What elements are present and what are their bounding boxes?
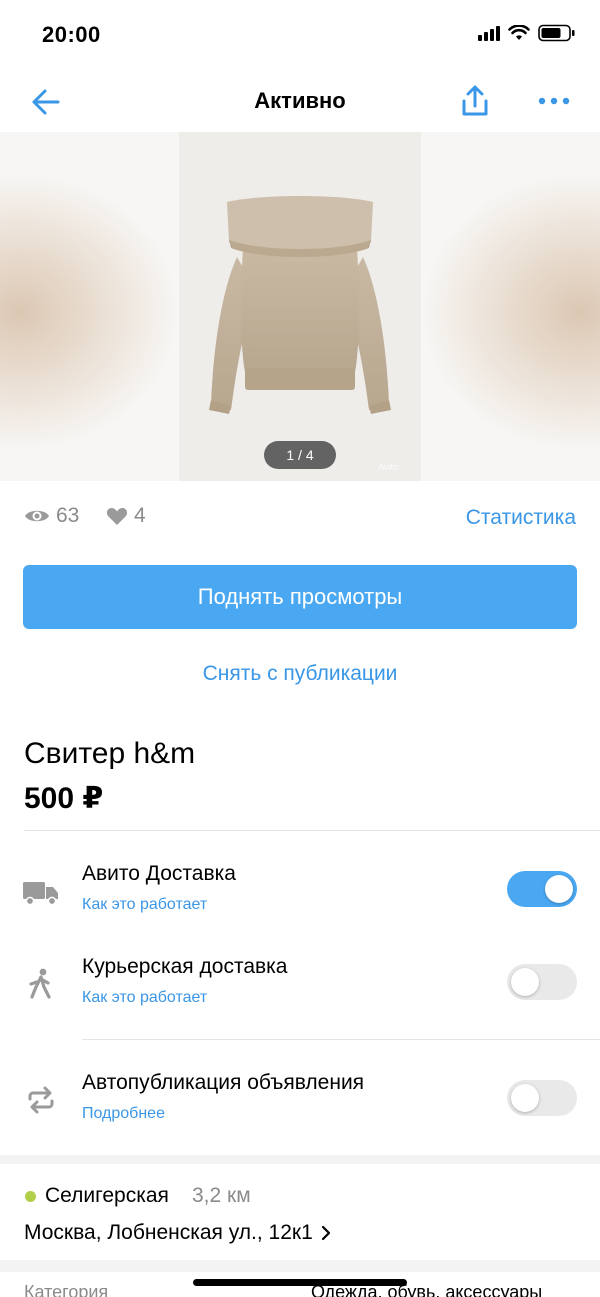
address[interactable]: Москва, Лобненская ул., 12к1 [24, 1221, 331, 1245]
more-icon[interactable] [534, 84, 574, 118]
likes-count: 4 [134, 504, 146, 527]
courier-icon [29, 968, 51, 999]
toggle-knob [545, 875, 573, 903]
address-text: Москва, Лобненская ул., 12к1 [24, 1221, 313, 1244]
chevron-right-icon [321, 1225, 330, 1241]
section-separator [0, 1155, 600, 1164]
divider [82, 1039, 600, 1040]
share-icon[interactable] [456, 82, 494, 120]
option-courier-delivery: Курьерская доставка Как это работает [0, 955, 600, 1015]
details-key: Категория [24, 1282, 109, 1297]
option-autopublish: Автопубликация объявления Подробнее [0, 1071, 600, 1131]
divider [24, 830, 600, 831]
unpublish-link[interactable]: Снять с публикации [0, 662, 600, 686]
option-label: Курьерская доставка [82, 955, 288, 978]
metro-station: Селигерская [45, 1184, 169, 1207]
option-avito-delivery: Авито Доставка Как это работает [0, 862, 600, 922]
likes-stat: 4 [106, 504, 146, 528]
metro-distance: 3,2 км [192, 1184, 251, 1207]
page-title: Активно [254, 88, 346, 113]
gallery-blur-left [0, 172, 180, 452]
repeat-icon [28, 1086, 54, 1114]
option-label: Автопубликация объявления [82, 1071, 365, 1094]
courier-delivery-toggle[interactable] [507, 964, 577, 1000]
stats-row: 63 4 Статистика [24, 504, 576, 532]
wifi-icon [508, 25, 530, 40]
location-block[interactable]: Селигерская 3,2 км Москва, Лобненская ул… [0, 1164, 600, 1260]
how-it-works-link[interactable]: Как это работает [82, 989, 207, 1007]
avito-delivery-toggle[interactable] [507, 871, 577, 907]
statistics-link[interactable]: Статистика [466, 506, 576, 530]
watermark: Avito [378, 462, 398, 472]
option-label: Авито Доставка [82, 862, 236, 885]
views-count: 63 [56, 504, 80, 527]
sweater-image [209, 196, 391, 414]
status-time: 20:00 [42, 22, 101, 47]
home-indicator [193, 1279, 407, 1286]
gallery-pager: 1 / 4 [264, 441, 336, 469]
status-icons [478, 24, 576, 42]
nav-bar: Активно [0, 70, 600, 132]
section-separator [0, 1260, 600, 1272]
item-title: Свитер h&m [24, 737, 196, 770]
eye-icon [25, 510, 49, 522]
product-photo[interactable] [179, 132, 421, 481]
battery-icon [538, 24, 575, 42]
raise-views-button[interactable]: Поднять просмотры [23, 565, 577, 629]
toggle-knob [511, 1084, 539, 1112]
how-it-works-link[interactable]: Как это работает [82, 896, 207, 914]
gallery-blur-right [420, 172, 600, 452]
truck-icon [23, 882, 58, 906]
photo-gallery[interactable]: 1 / 4 Avito [0, 132, 600, 481]
item-price: 500 ₽ [24, 782, 104, 815]
cellular-signal-icon [478, 25, 500, 41]
toggle-knob [511, 968, 539, 996]
heart-icon [106, 508, 128, 525]
views-stat: 63 [24, 504, 79, 528]
more-info-link[interactable]: Подробнее [82, 1105, 165, 1123]
metro-line-dot [25, 1191, 36, 1202]
autopublish-toggle[interactable] [507, 1080, 577, 1116]
status-bar: 20:00 [0, 0, 600, 70]
